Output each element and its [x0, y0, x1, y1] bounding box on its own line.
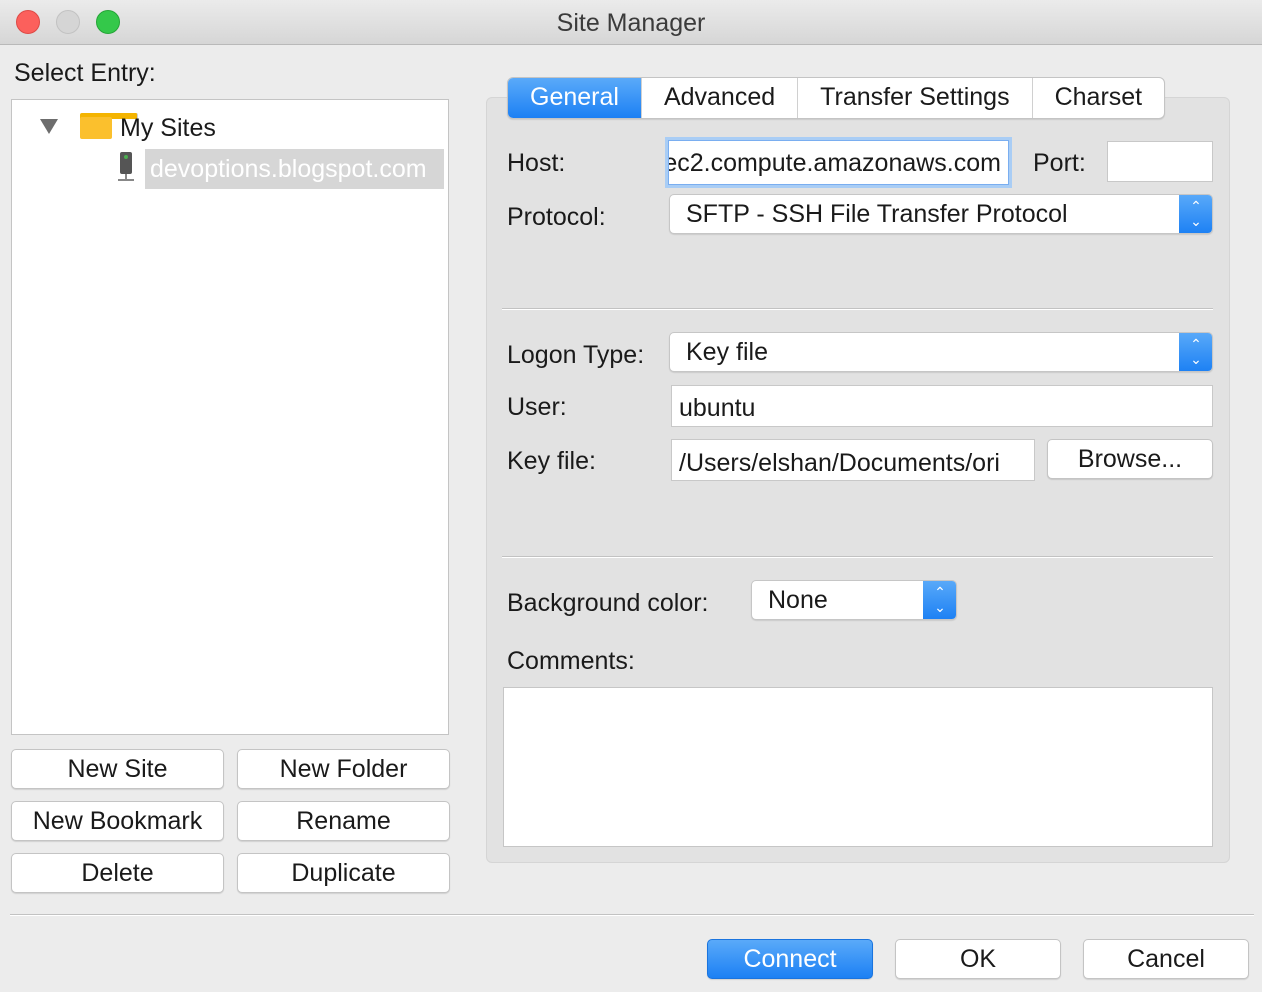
- protocol-label: Protocol:: [507, 203, 606, 231]
- tab-general[interactable]: General: [508, 78, 642, 118]
- tab-bar: General Advanced Transfer Settings Chars…: [507, 77, 1166, 119]
- footer-separator-highlight: [10, 915, 1254, 916]
- window-title: Site Manager: [556, 9, 706, 37]
- tab-advanced[interactable]: Advanced: [642, 78, 799, 118]
- key-file-input[interactable]: /Users/elshan/Documents/ori: [671, 439, 1035, 481]
- tree-folder-my-sites[interactable]: My Sites: [120, 114, 216, 143]
- server-icon: [118, 152, 134, 182]
- connect-button[interactable]: Connect: [707, 939, 873, 979]
- host-label: Host:: [507, 149, 566, 177]
- select-arrows-icon: ⌃ ⌄: [1179, 195, 1212, 233]
- logon-type-select[interactable]: Key file ⌃ ⌄: [669, 332, 1213, 372]
- comments-label: Comments:: [507, 647, 635, 675]
- background-color-label: Background color:: [507, 589, 709, 617]
- tree-site-item[interactable]: devoptions.blogspot.com: [145, 149, 444, 189]
- port-input[interactable]: [1107, 141, 1213, 182]
- background-color-select[interactable]: None ⌃ ⌄: [751, 580, 957, 620]
- new-site-button[interactable]: New Site: [11, 749, 224, 789]
- key-file-label: Key file:: [507, 447, 596, 475]
- separator-highlight: [502, 309, 1213, 310]
- comments-textarea[interactable]: [503, 687, 1213, 847]
- disclosure-triangle-icon[interactable]: [40, 119, 58, 134]
- tab-charset[interactable]: Charset: [1033, 78, 1165, 118]
- folder-icon: [80, 113, 138, 139]
- select-arrows-icon: ⌃ ⌄: [923, 581, 956, 619]
- protocol-select[interactable]: SFTP - SSH File Transfer Protocol ⌃ ⌄: [669, 194, 1213, 234]
- user-label: User:: [507, 393, 567, 421]
- new-folder-button[interactable]: New Folder: [237, 749, 450, 789]
- separator-highlight: [502, 557, 1213, 558]
- rename-button[interactable]: Rename: [237, 801, 450, 841]
- logon-type-value: Key file: [686, 338, 768, 366]
- new-bookmark-button[interactable]: New Bookmark: [11, 801, 224, 841]
- browse-button[interactable]: Browse...: [1047, 439, 1213, 479]
- select-arrows-icon: ⌃ ⌄: [1179, 333, 1212, 371]
- host-input[interactable]: ec2.compute.amazonaws.com: [668, 140, 1009, 185]
- cancel-button[interactable]: Cancel: [1083, 939, 1249, 979]
- site-tree[interactable]: My Sites devoptions.blogspot.com: [11, 99, 449, 735]
- protocol-value: SFTP - SSH File Transfer Protocol: [686, 200, 1068, 228]
- title-bar: Site Manager: [0, 0, 1262, 45]
- ok-button[interactable]: OK: [895, 939, 1061, 979]
- duplicate-button[interactable]: Duplicate: [237, 853, 450, 893]
- tab-transfer-settings[interactable]: Transfer Settings: [798, 78, 1033, 118]
- delete-button[interactable]: Delete: [11, 853, 224, 893]
- port-label: Port:: [1033, 149, 1086, 177]
- background-color-value: None: [768, 586, 828, 614]
- logon-type-label: Logon Type:: [507, 341, 645, 369]
- select-entry-label: Select Entry:: [14, 59, 156, 87]
- user-input[interactable]: ubuntu: [671, 385, 1213, 427]
